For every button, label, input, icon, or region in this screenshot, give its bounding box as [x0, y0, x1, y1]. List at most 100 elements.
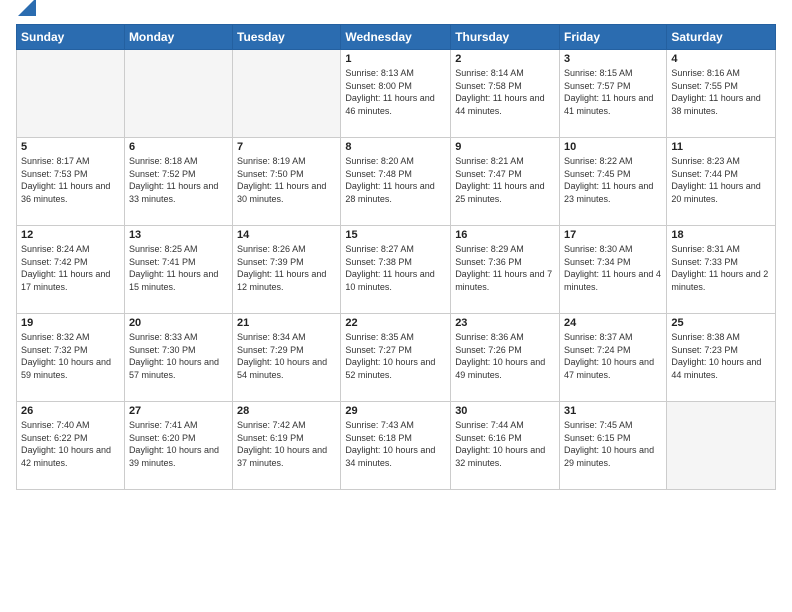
page: SundayMondayTuesdayWednesdayThursdayFrid…: [0, 0, 792, 612]
calendar-week-row: 26 Sunrise: 7:40 AM Sunset: 6:22 PM Dayli…: [17, 402, 776, 490]
calendar-cell: [233, 50, 341, 138]
day-info: Sunrise: 7:43 AM Sunset: 6:18 PM Dayligh…: [345, 419, 446, 469]
calendar-cell: 17 Sunrise: 8:30 AM Sunset: 7:34 PM Dayli…: [560, 226, 667, 314]
day-info: Sunrise: 8:23 AM Sunset: 7:44 PM Dayligh…: [671, 155, 771, 205]
calendar-cell: 22Sunrise: 8:35 AM Sunset: 7:27 PM Dayli…: [341, 314, 451, 402]
day-info: Sunrise: 8:32 AM Sunset: 7:32 PM Dayligh…: [21, 331, 120, 381]
calendar-cell: 9 Sunrise: 8:21 AM Sunset: 7:47 PM Daylig…: [451, 138, 560, 226]
day-number: 16: [455, 229, 555, 241]
weekday-header-row: SundayMondayTuesdayWednesdayThursdayFrid…: [17, 25, 776, 50]
logo-triangle-icon: [18, 0, 36, 16]
day-number: 23: [455, 317, 555, 329]
day-number: 31: [564, 405, 662, 417]
day-number: 26: [21, 405, 120, 417]
day-info: Sunrise: 8:24 AM Sunset: 7:42 PM Dayligh…: [21, 243, 120, 293]
day-info: Sunrise: 7:40 AM Sunset: 6:22 PM Dayligh…: [21, 419, 120, 469]
day-number: 21: [237, 317, 336, 329]
day-info: Sunrise: 8:30 AM Sunset: 7:34 PM Dayligh…: [564, 243, 662, 293]
calendar-cell: 26 Sunrise: 7:40 AM Sunset: 6:22 PM Dayli…: [17, 402, 125, 490]
day-number: 12: [21, 229, 120, 241]
calendar-cell: 30 Sunrise: 7:44 AM Sunset: 6:16 PM Dayli…: [451, 402, 560, 490]
day-info: Sunrise: 8:20 AM Sunset: 7:48 PM Dayligh…: [345, 155, 446, 205]
day-info: Sunrise: 8:34 AM Sunset: 7:29 PM Dayligh…: [237, 331, 336, 381]
calendar-cell: 5 Sunrise: 8:17 AM Sunset: 7:53 PM Daylig…: [17, 138, 125, 226]
day-info: Sunrise: 8:19 AM Sunset: 7:50 PM Dayligh…: [237, 155, 336, 205]
calendar-week-row: 1Sunrise: 8:13 AM Sunset: 8:00 PM Daylig…: [17, 50, 776, 138]
day-number: 10: [564, 141, 662, 153]
day-number: 20: [129, 317, 228, 329]
day-info: Sunrise: 8:16 AM Sunset: 7:55 PM Dayligh…: [671, 67, 771, 117]
day-number: 7: [237, 141, 336, 153]
day-number: 24: [564, 317, 662, 329]
calendar-week-row: 19 Sunrise: 8:32 AM Sunset: 7:32 PM Dayli…: [17, 314, 776, 402]
day-number: 11: [671, 141, 771, 153]
calendar-cell: 19 Sunrise: 8:32 AM Sunset: 7:32 PM Dayli…: [17, 314, 125, 402]
day-number: 30: [455, 405, 555, 417]
calendar-cell: 8 Sunrise: 8:20 AM Sunset: 7:48 PM Daylig…: [341, 138, 451, 226]
calendar-table: SundayMondayTuesdayWednesdayThursdayFrid…: [16, 24, 776, 490]
calendar-cell: 18Sunrise: 8:31 AM Sunset: 7:33 PM Dayli…: [667, 226, 776, 314]
day-number: 13: [129, 229, 228, 241]
calendar-cell: 20Sunrise: 8:33 AM Sunset: 7:30 PM Dayli…: [124, 314, 232, 402]
day-info: Sunrise: 8:25 AM Sunset: 7:41 PM Dayligh…: [129, 243, 228, 293]
weekday-header: Thursday: [451, 25, 560, 50]
day-number: 6: [129, 141, 228, 153]
day-info: Sunrise: 8:29 AM Sunset: 7:36 PM Dayligh…: [455, 243, 555, 293]
weekday-header: Sunday: [17, 25, 125, 50]
weekday-header: Saturday: [667, 25, 776, 50]
calendar-week-row: 12 Sunrise: 8:24 AM Sunset: 7:42 PM Dayli…: [17, 226, 776, 314]
calendar-cell: 28Sunrise: 7:42 AM Sunset: 6:19 PM Dayli…: [233, 402, 341, 490]
day-number: 27: [129, 405, 228, 417]
day-info: Sunrise: 8:37 AM Sunset: 7:24 PM Dayligh…: [564, 331, 662, 381]
day-info: Sunrise: 7:45 AM Sunset: 6:15 PM Dayligh…: [564, 419, 662, 469]
calendar-cell: [667, 402, 776, 490]
day-info: Sunrise: 8:36 AM Sunset: 7:26 PM Dayligh…: [455, 331, 555, 381]
calendar-cell: 10 Sunrise: 8:22 AM Sunset: 7:45 PM Dayli…: [560, 138, 667, 226]
day-number: 2: [455, 53, 555, 65]
calendar-cell: 21 Sunrise: 8:34 AM Sunset: 7:29 PM Dayli…: [233, 314, 341, 402]
day-info: Sunrise: 8:14 AM Sunset: 7:58 PM Dayligh…: [455, 67, 555, 117]
calendar-cell: 13 Sunrise: 8:25 AM Sunset: 7:41 PM Dayli…: [124, 226, 232, 314]
day-number: 19: [21, 317, 120, 329]
day-number: 25: [671, 317, 771, 329]
day-number: 1: [345, 53, 446, 65]
day-number: 17: [564, 229, 662, 241]
calendar-cell: 27 Sunrise: 7:41 AM Sunset: 6:20 PM Dayli…: [124, 402, 232, 490]
weekday-header: Tuesday: [233, 25, 341, 50]
day-number: 4: [671, 53, 771, 65]
weekday-header: Monday: [124, 25, 232, 50]
calendar-cell: 12 Sunrise: 8:24 AM Sunset: 7:42 PM Dayli…: [17, 226, 125, 314]
calendar-cell: 23 Sunrise: 8:36 AM Sunset: 7:26 PM Dayli…: [451, 314, 560, 402]
day-number: 14: [237, 229, 336, 241]
calendar-cell: 7 Sunrise: 8:19 AM Sunset: 7:50 PM Daylig…: [233, 138, 341, 226]
day-info: Sunrise: 8:15 AM Sunset: 7:57 PM Dayligh…: [564, 67, 662, 117]
day-info: Sunrise: 8:21 AM Sunset: 7:47 PM Dayligh…: [455, 155, 555, 205]
calendar-week-row: 5 Sunrise: 8:17 AM Sunset: 7:53 PM Daylig…: [17, 138, 776, 226]
day-number: 8: [345, 141, 446, 153]
day-info: Sunrise: 8:22 AM Sunset: 7:45 PM Dayligh…: [564, 155, 662, 205]
day-info: Sunrise: 7:41 AM Sunset: 6:20 PM Dayligh…: [129, 419, 228, 469]
day-number: 28: [237, 405, 336, 417]
logo: [16, 14, 36, 16]
calendar-cell: 1Sunrise: 8:13 AM Sunset: 8:00 PM Daylig…: [341, 50, 451, 138]
calendar-cell: 14 Sunrise: 8:26 AM Sunset: 7:39 PM Dayli…: [233, 226, 341, 314]
day-number: 5: [21, 141, 120, 153]
calendar-cell: 3 Sunrise: 8:15 AM Sunset: 7:57 PM Daylig…: [560, 50, 667, 138]
day-info: Sunrise: 8:26 AM Sunset: 7:39 PM Dayligh…: [237, 243, 336, 293]
calendar-cell: [124, 50, 232, 138]
day-number: 9: [455, 141, 555, 153]
day-info: Sunrise: 8:17 AM Sunset: 7:53 PM Dayligh…: [21, 155, 120, 205]
day-info: Sunrise: 8:18 AM Sunset: 7:52 PM Dayligh…: [129, 155, 228, 205]
day-info: Sunrise: 8:38 AM Sunset: 7:23 PM Dayligh…: [671, 331, 771, 381]
calendar-cell: 25 Sunrise: 8:38 AM Sunset: 7:23 PM Dayli…: [667, 314, 776, 402]
calendar-cell: 31 Sunrise: 7:45 AM Sunset: 6:15 PM Dayli…: [560, 402, 667, 490]
day-info: Sunrise: 7:44 AM Sunset: 6:16 PM Dayligh…: [455, 419, 555, 469]
calendar-cell: 2 Sunrise: 8:14 AM Sunset: 7:58 PM Daylig…: [451, 50, 560, 138]
day-number: 29: [345, 405, 446, 417]
calendar-cell: 6 Sunrise: 8:18 AM Sunset: 7:52 PM Daylig…: [124, 138, 232, 226]
day-info: Sunrise: 8:31 AM Sunset: 7:33 PM Dayligh…: [671, 243, 771, 293]
day-number: 3: [564, 53, 662, 65]
day-info: Sunrise: 8:35 AM Sunset: 7:27 PM Dayligh…: [345, 331, 446, 381]
calendar-cell: 24 Sunrise: 8:37 AM Sunset: 7:24 PM Dayli…: [560, 314, 667, 402]
day-info: Sunrise: 8:27 AM Sunset: 7:38 PM Dayligh…: [345, 243, 446, 293]
